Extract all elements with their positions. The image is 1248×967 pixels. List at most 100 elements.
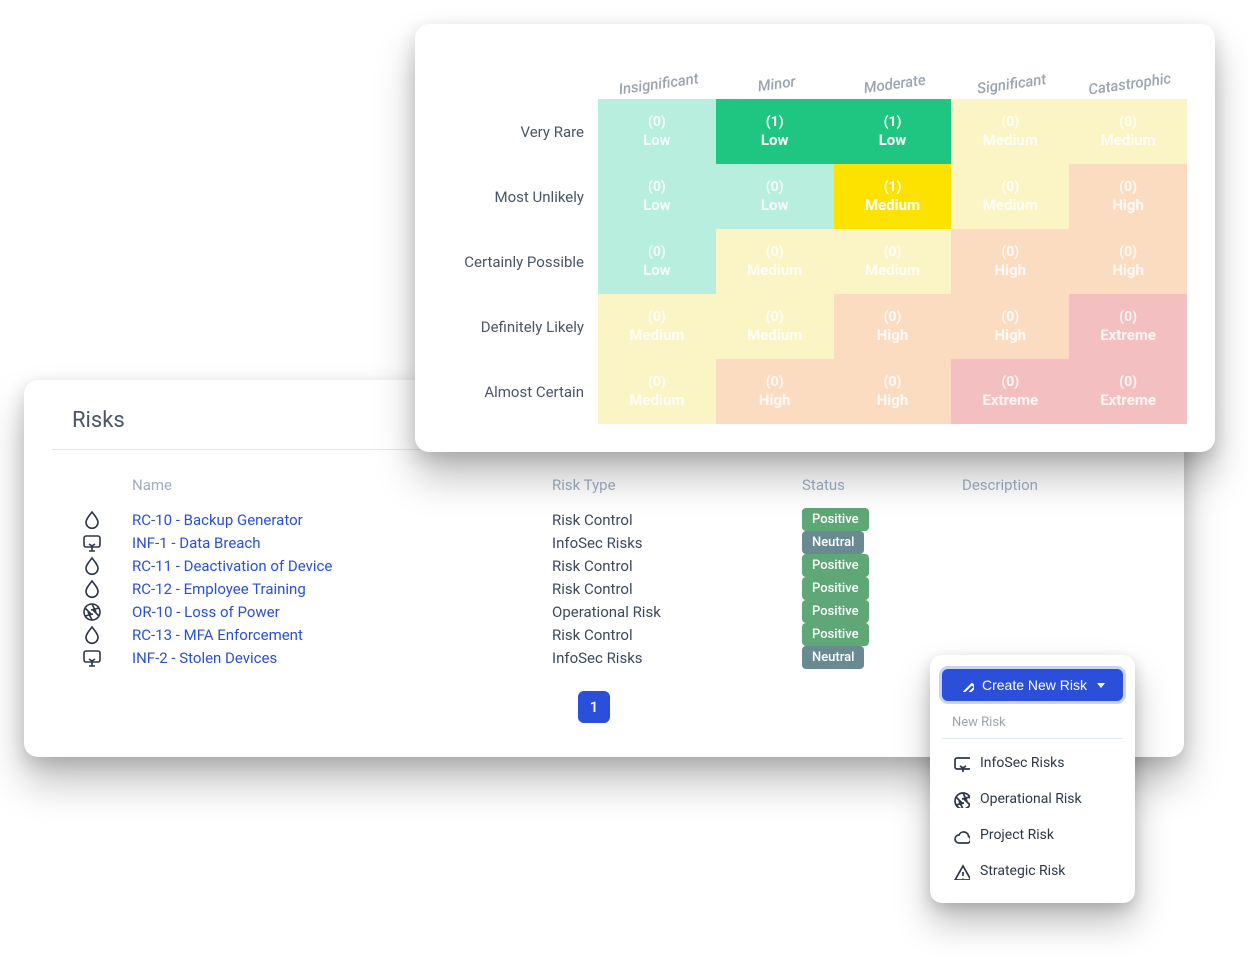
heatmap-cell[interactable]: (0)High (834, 359, 952, 424)
heatmap-cell[interactable]: (0)Low (598, 164, 716, 229)
heatmap-cell[interactable]: (0)Low (598, 229, 716, 294)
heatmap-cell-label: Extreme (1100, 326, 1156, 344)
drop-icon (81, 509, 103, 531)
risk-name-link[interactable]: RC-10 - Backup Generator (132, 511, 552, 529)
heatmap-cell-count: (1) (884, 179, 902, 195)
heatmap-cell[interactable]: (0)Medium (598, 294, 716, 359)
create-item-operational-risk[interactable]: Operational Risk (942, 781, 1123, 817)
risk-name-link[interactable]: OR-10 - Loss of Power (132, 603, 552, 621)
risk-name-link[interactable]: INF-1 - Data Breach (132, 534, 552, 552)
heatmap-cell-count: (0) (1119, 179, 1137, 195)
risk-type-label: Operational Risk (552, 603, 802, 621)
create-item-label: Project Risk (980, 827, 1054, 843)
heatmap-cell[interactable]: (0)Medium (598, 359, 716, 424)
heatmap-cell-count: (0) (884, 309, 902, 325)
drop-icon (81, 624, 103, 646)
heatmap-cell[interactable]: (0)High (951, 229, 1069, 294)
heatmap-col-header: Catastrophic (1066, 36, 1190, 107)
heatmap-cell[interactable]: (0)High (951, 294, 1069, 359)
heatmap-cell[interactable]: (0)High (716, 359, 834, 424)
divider (942, 738, 1123, 739)
risk-status-cell: Positive (802, 508, 962, 531)
risk-name-link[interactable]: RC-13 - MFA Enforcement (132, 626, 552, 644)
create-item-infosec-risks[interactable]: InfoSec Risks (942, 745, 1123, 781)
risk-name-link[interactable]: RC-11 - Deactivation of Device (132, 557, 552, 575)
heatmap-cell-count: (0) (884, 374, 902, 390)
risk-type-label: Risk Control (552, 580, 802, 598)
risk-type-label: InfoSec Risks (552, 534, 802, 552)
status-badge: Neutral (802, 531, 864, 554)
drop-icon (81, 578, 103, 600)
heatmap-cell-label: Medium (747, 261, 802, 279)
cloud-icon (952, 826, 970, 844)
risk-type-icon-cell (52, 601, 132, 623)
heatmap-cell-label: Low (879, 131, 907, 149)
create-risk-dropdown: Create New Risk New Risk InfoSec RisksOp… (930, 655, 1135, 903)
heatmap-cell[interactable]: (0)Low (716, 164, 834, 229)
status-badge: Neutral (802, 646, 864, 669)
risk-name-link[interactable]: INF-2 - Stolen Devices (132, 649, 552, 667)
create-item-project-risk[interactable]: Project Risk (942, 817, 1123, 853)
heatmap-cell-label: High (759, 391, 791, 409)
heatmap-cell-label: Medium (865, 261, 920, 279)
heatmap-row-header: Definitely Likely (443, 294, 598, 359)
heatmap-cell[interactable]: (0)High (1069, 164, 1187, 229)
heatmap-cell-label: Extreme (1100, 391, 1156, 409)
warning-icon (952, 862, 970, 880)
heatmap-col-header: Moderate (830, 36, 954, 107)
heatmap-cell-label: Low (643, 261, 671, 279)
edit-icon (960, 678, 974, 692)
heatmap-cell[interactable]: (0)Low (598, 99, 716, 164)
aperture-icon (952, 790, 970, 808)
create-section-title: New Risk (952, 715, 1123, 730)
risks-table: NameRisk TypeStatusDescriptionRC-10 - Ba… (52, 468, 1136, 669)
heatmap-cell[interactable]: (0)Extreme (1069, 359, 1187, 424)
status-badge: Positive (802, 508, 869, 531)
create-new-risk-button[interactable]: Create New Risk (942, 669, 1123, 701)
heatmap-cell-count: (0) (884, 244, 902, 260)
heatmap-row-header: Very Rare (443, 99, 598, 164)
risk-type-label: Risk Control (552, 557, 802, 575)
heatmap-cell-label: Medium (629, 326, 684, 344)
page-1-button[interactable]: 1 (578, 691, 610, 723)
heatmap-cell-label: Medium (865, 196, 920, 214)
heatmap-cell-count: (0) (1119, 114, 1137, 130)
heatmap-cell-label: High (995, 261, 1027, 279)
risk-heatmap-table: InsignificantMinorModerateSignificantCat… (443, 44, 1187, 424)
heatmap-cell[interactable]: (0)High (1069, 229, 1187, 294)
heatmap-cell[interactable]: (0)Medium (951, 164, 1069, 229)
heatmap-cell-label: High (995, 326, 1027, 344)
heatmap-cell[interactable]: (1)Low (716, 99, 834, 164)
heatmap-cell-count: (0) (766, 244, 784, 260)
heatmap-cell[interactable]: (0)Extreme (951, 359, 1069, 424)
heatmap-cell[interactable]: (0)Medium (951, 99, 1069, 164)
heatmap-cell[interactable]: (0)High (834, 294, 952, 359)
create-item-strategic-risk[interactable]: Strategic Risk (942, 853, 1123, 889)
drop-icon (81, 555, 103, 577)
heatmap-cell[interactable]: (0)Medium (716, 294, 834, 359)
status-badge: Positive (802, 600, 869, 623)
heatmap-cell-label: Medium (983, 196, 1038, 214)
heatmap-cell-count: (0) (1001, 374, 1019, 390)
heatmap-cell-count: (0) (1001, 244, 1019, 260)
aperture-icon (81, 601, 103, 623)
heatmap-cell[interactable]: (0)Medium (834, 229, 952, 294)
status-badge: Positive (802, 554, 869, 577)
heatmap-cell-count: (0) (766, 374, 784, 390)
heatmap-col-header: Minor (713, 36, 837, 107)
heatmap-cell[interactable]: (0)Medium (716, 229, 834, 294)
risk-name-link[interactable]: RC-12 - Employee Training (132, 580, 552, 598)
table-header: Name (132, 468, 552, 508)
heatmap-cell[interactable]: (0)Medium (1069, 99, 1187, 164)
heatmap-cell[interactable]: (1)Low (834, 99, 952, 164)
chevron-down-icon (1097, 683, 1105, 688)
risk-type-label: Risk Control (552, 511, 802, 529)
risk-status-cell: Positive (802, 623, 962, 646)
heatmap-cell-count: (0) (648, 374, 666, 390)
heatmap-cell[interactable]: (1)Medium (834, 164, 952, 229)
heatmap-col-header: Significant (948, 36, 1072, 107)
risk-type-label: InfoSec Risks (552, 649, 802, 667)
heatmap-cell[interactable]: (0)Extreme (1069, 294, 1187, 359)
create-item-label: Strategic Risk (980, 863, 1065, 879)
risk-status-cell: Positive (802, 554, 962, 577)
